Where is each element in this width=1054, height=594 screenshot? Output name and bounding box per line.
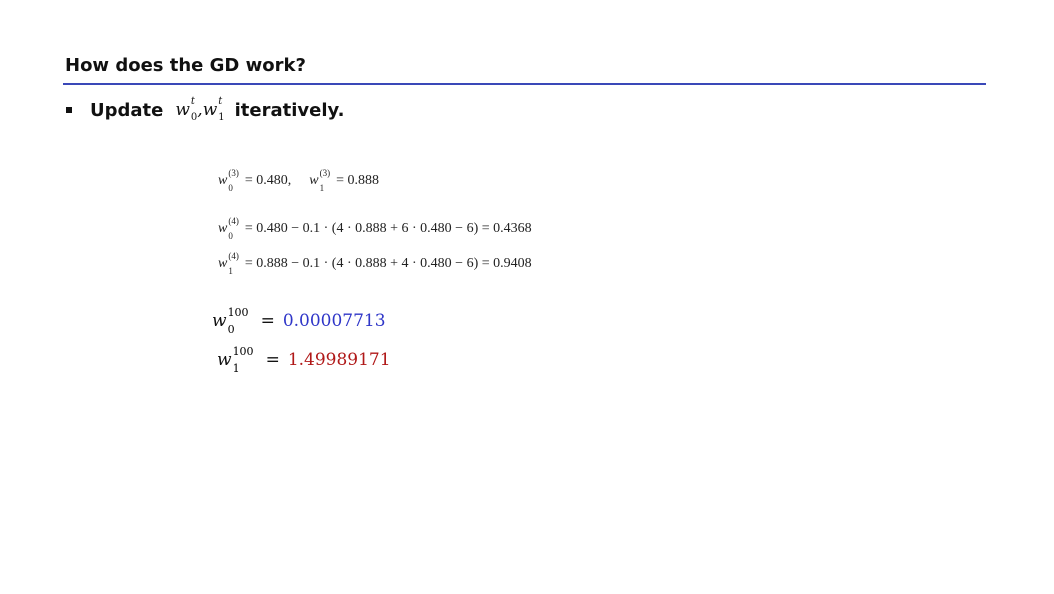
result-w0: w 100 0 = 0.00007713 xyxy=(212,306,386,336)
equation-step3: w (3) 0 = 0.480, w (3) 1 = 0.888 xyxy=(218,168,379,193)
bullet-square-icon xyxy=(66,107,72,113)
eq2-rhs: = 0.480 − 0.1 · (4 · 0.888 + 6 · 0.480 −… xyxy=(244,221,532,236)
slide: How does the GD work? Update wt0, wt1 it… xyxy=(0,0,1054,594)
bullet-text-update: Update xyxy=(90,99,164,121)
bullet-item: Update wt0, wt1 iteratively. xyxy=(66,97,344,123)
eq3-rhs: = 0.888 − 0.1 · (4 · 0.888 + 4 · 0.480 −… xyxy=(244,256,532,271)
bullet-var-w1: w xyxy=(202,100,218,120)
result-w0-value: 0.00007713 xyxy=(282,311,386,331)
result-w1: w 100 1 = 1.49989171 xyxy=(217,345,391,375)
equation-step4-w0: w (4) 0 = 0.480 − 0.1 · (4 · 0.888 + 6 · 0… xyxy=(218,216,532,241)
eq1-w1: w xyxy=(309,173,319,188)
eq1-w1-rhs: = 0.888 xyxy=(336,173,379,188)
bullet-var-w1-scripts: t1 xyxy=(218,96,225,123)
result-w1-value: 1.49989171 xyxy=(287,350,391,370)
slide-title: How does the GD work? xyxy=(65,55,306,76)
eq1-w0: w xyxy=(218,173,228,188)
equation-step4-w1: w (4) 1 = 0.888 − 0.1 · (4 · 0.888 + 4 · 0… xyxy=(218,251,532,276)
eq1-w0-rhs: = 0.480, xyxy=(244,173,292,188)
bullet-text-iteratively: iteratively. xyxy=(234,99,345,121)
title-underline xyxy=(63,83,986,85)
bullet-var-w0: w xyxy=(175,100,190,120)
